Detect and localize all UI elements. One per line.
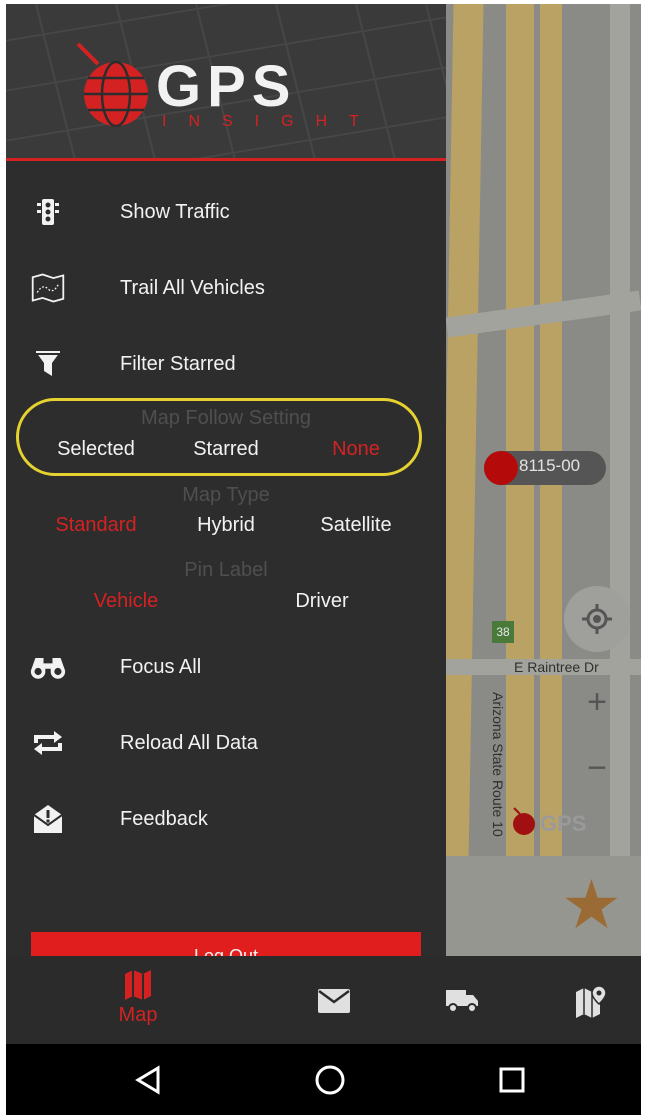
menu-item-filter-starred[interactable]: Filter Starred <box>6 334 446 394</box>
menu-item-label: Trail All Vehicles <box>120 276 265 299</box>
menu-item-label: Show Traffic <box>120 200 230 223</box>
zoom-out-button[interactable]: − <box>580 749 614 788</box>
truck-icon <box>446 990 478 1013</box>
map-watermark-logo: GPS <box>508 804 638 840</box>
menu-item-focus-all[interactable]: Focus All <box>6 637 446 697</box>
map-pin-icon <box>576 985 607 1018</box>
system-navigation-bar <box>6 1044 641 1115</box>
logout-label: Log Out <box>193 946 259 956</box>
app-screen: 38 E Raintree Dr Arizona State Route 10 … <box>6 4 641 1115</box>
map-type-hybrid[interactable]: Hybrid <box>176 514 276 537</box>
tab-map-label: Map <box>118 1004 158 1026</box>
bottom-tab-bar: Map <box>6 956 641 1044</box>
home-icon[interactable] <box>312 1062 348 1098</box>
back-icon[interactable] <box>130 1062 166 1098</box>
binoculars-icon <box>30 649 66 685</box>
menu-item-show-traffic[interactable]: Show Traffic <box>6 182 446 242</box>
map-road <box>540 4 562 864</box>
tab-vehicles[interactable] <box>442 956 482 1044</box>
map-trail-icon <box>30 270 66 306</box>
map-road <box>506 4 534 864</box>
reload-icon <box>30 725 66 761</box>
menu-item-feedback[interactable]: Feedback <box>6 789 446 849</box>
street-label-raintree: E Raintree Dr <box>514 659 599 675</box>
map-type-satellite[interactable]: Satellite <box>306 514 406 537</box>
star-button[interactable]: ★ <box>561 870 622 940</box>
route-shield: 38 <box>492 621 514 643</box>
svg-text:GPS: GPS <box>156 54 297 119</box>
menu-item-label: Focus All <box>120 655 202 678</box>
crosshair-icon <box>582 604 612 634</box>
highlight-annotation <box>16 398 422 476</box>
traffic-light-icon <box>30 194 66 230</box>
my-location-button[interactable] <box>564 586 630 652</box>
svg-text:INSIGHT: INSIGHT <box>162 113 381 130</box>
menu-item-label: Reload All Data <box>120 731 258 754</box>
vehicle-pin-label: 8115-00 <box>519 456 581 475</box>
feedback-icon <box>30 801 66 837</box>
menu-item-reload-all-data[interactable]: Reload All Data <box>6 713 446 773</box>
menu-item-trail-all-vehicles[interactable]: Trail All Vehicles <box>6 258 446 318</box>
menu-item-label: Filter Starred <box>120 352 236 375</box>
tab-messages[interactable] <box>314 956 354 1044</box>
recents-icon[interactable] <box>494 1062 530 1098</box>
mail-icon <box>318 989 350 1013</box>
header-accent-line <box>6 158 446 161</box>
navigation-drawer: GPS INSIGHT Show Traffic Trail All Vehic… <box>6 4 446 956</box>
street-label-route: Arizona State Route 10 <box>490 692 506 837</box>
pin-label-vehicle[interactable]: Vehicle <box>76 590 176 613</box>
map-type-standard[interactable]: Standard <box>41 514 151 537</box>
svg-text:GPS: GPS <box>540 811 586 836</box>
filter-icon <box>30 346 66 382</box>
map-type-heading: Map Type <box>182 484 270 506</box>
zoom-in-button[interactable]: + <box>580 683 614 722</box>
gps-insight-logo: GPS INSIGHT <box>76 42 381 130</box>
map-icon <box>125 970 151 1000</box>
vehicle-pin-dot[interactable] <box>484 451 518 485</box>
pin-label-driver[interactable]: Driver <box>272 590 372 613</box>
logout-button[interactable]: Log Out <box>31 932 421 956</box>
map-road <box>610 4 630 864</box>
menu-item-label: Feedback <box>120 807 208 830</box>
pin-label-heading: Pin Label <box>184 559 268 581</box>
drawer-header: GPS INSIGHT <box>6 4 446 158</box>
tab-places[interactable] <box>571 956 611 1044</box>
tab-map[interactable]: Map <box>106 956 170 1044</box>
